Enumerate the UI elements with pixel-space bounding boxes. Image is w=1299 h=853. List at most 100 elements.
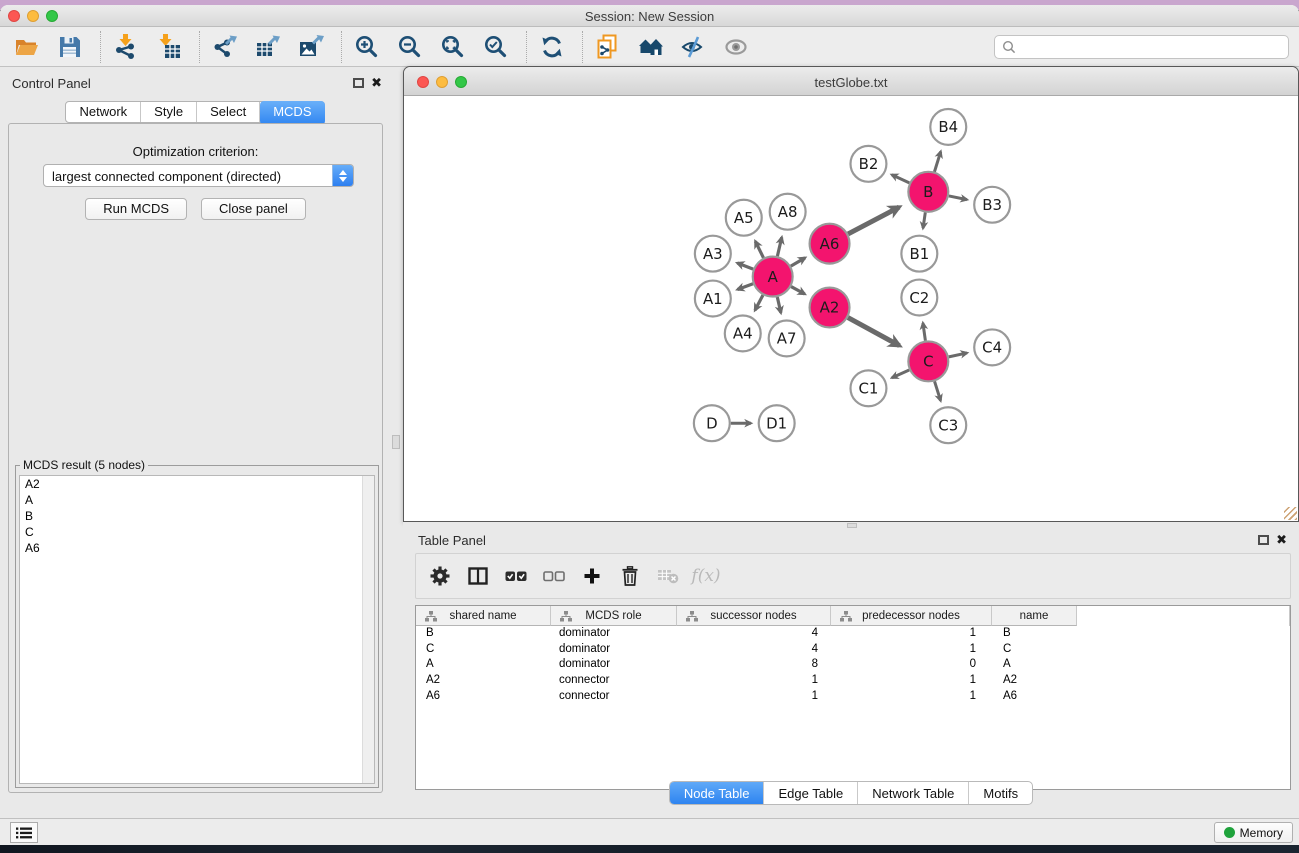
open-session-icon[interactable] (12, 32, 42, 62)
tab-select[interactable]: Select (197, 102, 260, 122)
mcds-result-item[interactable]: C (20, 524, 374, 540)
zoom-out-icon[interactable] (395, 32, 425, 62)
network-overview-icon[interactable] (636, 32, 666, 62)
import-network-icon[interactable] (111, 32, 141, 62)
zoom-in-icon[interactable] (352, 32, 382, 62)
graph-node-A3[interactable]: A3 (695, 236, 731, 272)
graph-edge-C-C1[interactable] (892, 370, 909, 378)
float-panel-icon[interactable] (353, 78, 364, 88)
graph-edge-A-A8[interactable] (777, 237, 781, 256)
graph-node-A5[interactable]: A5 (726, 200, 762, 236)
delete-column-icon[interactable] (616, 562, 644, 590)
save-session-icon[interactable] (55, 32, 85, 62)
tab-node-table[interactable]: Node Table (670, 782, 765, 804)
graph-node-B3[interactable]: B3 (974, 187, 1010, 223)
graph-node-D[interactable]: D (694, 405, 730, 441)
close-panel-icon[interactable] (371, 75, 382, 91)
hide-graphics-details-icon[interactable] (679, 32, 709, 62)
tab-style[interactable]: Style (141, 102, 197, 122)
table-settings-icon[interactable] (426, 562, 454, 590)
export-table-icon[interactable] (253, 32, 283, 62)
close-panel-button[interactable]: Close panel (201, 198, 306, 220)
graph-node-B1[interactable]: B1 (901, 236, 937, 272)
graph-node-C[interactable]: C (908, 341, 948, 381)
graph-node-C1[interactable]: C1 (851, 370, 887, 406)
graph-edge-A-A6[interactable] (791, 258, 805, 266)
graph-node-B[interactable]: B (908, 172, 948, 212)
graph-edge-A-A1[interactable] (737, 284, 753, 290)
mcds-result-item[interactable]: A (20, 492, 374, 508)
graph-edge-A-A3[interactable] (737, 263, 753, 269)
zoom-selected-icon[interactable] (481, 32, 511, 62)
dropdown-stepper-icon[interactable] (332, 165, 353, 186)
split-panel-icon[interactable] (464, 562, 492, 590)
graph-edge-C-C3[interactable] (935, 381, 941, 400)
refresh-layout-icon[interactable] (537, 32, 567, 62)
graph-node-C3[interactable]: C3 (930, 407, 966, 443)
network-graph[interactable]: A A1 A3A5A8 A4A7 A6 A2 B B2 B4 B3 B1 C C2 C4 C1 C3 D D1 (404, 97, 1298, 521)
table-row[interactable]: Cdominator41C (416, 642, 1290, 658)
graph-node-A6[interactable]: A6 (810, 224, 850, 264)
run-mcds-button[interactable]: Run MCDS (85, 198, 187, 220)
splitter-handle[interactable] (847, 523, 857, 528)
mcds-result-item[interactable]: A2 (20, 476, 374, 492)
graph-node-C4[interactable]: C4 (974, 329, 1010, 365)
export-network-icon[interactable] (210, 32, 240, 62)
window-resize-grip[interactable] (1284, 507, 1297, 520)
graph-node-C2[interactable]: C2 (901, 280, 937, 316)
new-network-from-selection-icon[interactable] (593, 32, 623, 62)
select-all-icon[interactable] (502, 562, 530, 590)
graph-edge-A-A4[interactable] (755, 295, 763, 310)
graph-edge-B-B1[interactable] (923, 213, 925, 229)
search-box[interactable] (994, 35, 1289, 59)
graph-edge-A-A7[interactable] (777, 297, 781, 313)
graph-node-B2[interactable]: B2 (851, 146, 887, 182)
graph-edge-A6-B[interactable] (848, 207, 899, 234)
mcds-result-scrollbar[interactable] (362, 476, 374, 783)
tab-network-table[interactable]: Network Table (858, 782, 969, 804)
vertical-splitter[interactable] (390, 68, 403, 810)
delete-table-icon[interactable] (654, 562, 682, 590)
network-canvas[interactable]: A A1 A3A5A8 A4A7 A6 A2 B B2 B4 B3 B1 C C2 C4 C1 C3 D D1 (404, 97, 1298, 521)
graph-edge-C-C2[interactable] (923, 323, 925, 341)
graph-edge-B-B3[interactable] (949, 196, 967, 200)
float-panel-icon[interactable] (1258, 535, 1269, 545)
graph-node-A8[interactable]: A8 (770, 194, 806, 230)
mcds-result-item[interactable]: B (20, 508, 374, 524)
table-row[interactable]: A6connector11A6 (416, 689, 1290, 705)
graph-node-D1[interactable]: D1 (759, 405, 795, 441)
graph-node-B4[interactable]: B4 (930, 109, 966, 145)
graph-edge-A-A2[interactable] (791, 287, 805, 294)
graph-node-A1[interactable]: A1 (695, 281, 731, 317)
deselect-all-icon[interactable] (540, 562, 568, 590)
zoom-fit-icon[interactable] (438, 32, 468, 62)
column-header-mcds-role[interactable]: MCDS role (551, 606, 677, 626)
graph-node-A4[interactable]: A4 (725, 315, 761, 351)
graph-edge-A2-C[interactable] (848, 318, 899, 346)
graph-edge-B-B2[interactable] (892, 175, 910, 183)
criterion-dropdown[interactable]: largest connected component (directed) (43, 164, 354, 187)
mcds-result-list[interactable]: A2ABCA6 (19, 475, 375, 784)
graph-node-A7[interactable]: A7 (769, 320, 805, 356)
close-panel-icon[interactable] (1276, 532, 1287, 548)
splitter-handle[interactable] (392, 435, 400, 449)
graph-edge-B-B4[interactable] (934, 152, 940, 172)
column-header-successor-nodes[interactable]: successor nodes (677, 606, 831, 626)
search-input[interactable] (1021, 38, 1288, 56)
function-builder-icon[interactable]: f(x) (692, 562, 720, 590)
table-row[interactable]: A2connector11A2 (416, 673, 1290, 689)
graph-node-A2[interactable]: A2 (810, 288, 850, 328)
horizontal-splitter[interactable] (403, 522, 1299, 529)
tab-mcds[interactable]: MCDS (260, 101, 324, 125)
table-row[interactable]: Adominator80A (416, 657, 1290, 673)
tab-motifs[interactable]: Motifs (969, 782, 1032, 804)
graph-edge-A-A5[interactable] (755, 241, 763, 257)
tab-edge-table[interactable]: Edge Table (764, 782, 858, 804)
tab-network[interactable]: Network (66, 102, 141, 122)
column-header-predecessor-nodes[interactable]: predecessor nodes (831, 606, 992, 626)
mcds-result-item[interactable]: A6 (20, 540, 374, 556)
graph-edge-C-C4[interactable] (949, 353, 967, 357)
graph-node-A[interactable]: A (753, 257, 793, 297)
column-header-name[interactable]: name (992, 606, 1077, 626)
export-image-icon[interactable] (296, 32, 326, 62)
